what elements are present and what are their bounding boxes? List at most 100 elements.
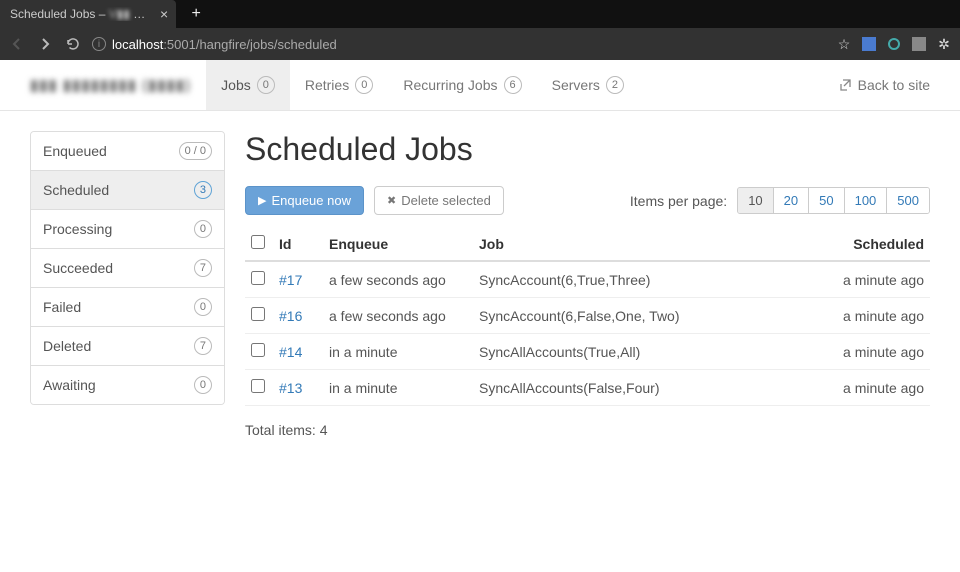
extension-icon[interactable]: ✲: [936, 36, 952, 52]
sidebar-item-label: Succeeded: [43, 260, 113, 276]
nav-tab-count: 6: [504, 76, 522, 94]
page-title: Scheduled Jobs: [245, 131, 930, 168]
row-checkbox[interactable]: [251, 379, 265, 393]
address-bar: i localhost:5001/hangfire/jobs/scheduled…: [0, 28, 960, 60]
scheduled-cell: a minute ago: [820, 370, 930, 406]
sidebar-item-label: Failed: [43, 299, 81, 315]
brand-text: ▮▮▮ ▮▮▮▮▮▮▮▮ (▮▮▮▮): [30, 76, 191, 94]
dashboard-topnav: ▮▮▮ ▮▮▮▮▮▮▮▮ (▮▮▮▮) Jobs 0Retries 0Recur…: [0, 60, 960, 111]
delete-selected-button[interactable]: ✖ Delete selected: [374, 186, 504, 215]
sidebar-item-count: 0: [194, 376, 212, 394]
job-cell: SyncAccount(6,True,Three): [473, 261, 820, 298]
job-id-link[interactable]: #13: [279, 380, 302, 396]
main-content: Scheduled Jobs ▶ Enqueue now ✖ Delete se…: [245, 131, 930, 438]
total-items: Total items: 4: [245, 422, 930, 438]
nav-tab-label: Servers: [552, 77, 600, 93]
page-size-10[interactable]: 10: [738, 188, 773, 213]
play-icon: ▶: [258, 194, 266, 207]
tab-title-prefix: Scheduled Jobs –: [10, 7, 109, 21]
sidebar-item-count: 0: [194, 220, 212, 238]
delete-selected-label: Delete selected: [401, 193, 491, 208]
job-cell: SyncAccount(6,False,One, Two): [473, 298, 820, 334]
brand[interactable]: ▮▮▮ ▮▮▮▮▮▮▮▮ (▮▮▮▮): [30, 60, 206, 110]
enqueue-now-label: Enqueue now: [271, 193, 351, 208]
external-link-icon: [838, 78, 852, 92]
scheduled-cell: a minute ago: [820, 334, 930, 370]
col-enqueue: Enqueue: [323, 227, 473, 261]
sidebar-item-deleted[interactable]: Deleted 7: [31, 327, 224, 366]
row-checkbox[interactable]: [251, 307, 265, 321]
sidebar-item-enqueued[interactable]: Enqueued 0 / 0: [31, 132, 224, 171]
sidebar-item-count: 0 / 0: [179, 142, 212, 160]
nav-tab-recurring-jobs[interactable]: Recurring Jobs 6: [388, 60, 536, 110]
sidebar-item-label: Awaiting: [43, 377, 96, 393]
row-checkbox[interactable]: [251, 271, 265, 285]
nav-tab-count: 0: [257, 76, 275, 94]
nav-tab-label: Recurring Jobs: [403, 77, 497, 93]
nav-tab-count: 0: [355, 76, 373, 94]
enqueue-cell: in a minute: [323, 370, 473, 406]
page-size-20[interactable]: 20: [774, 188, 809, 213]
job-cell: SyncAllAccounts(False,Four): [473, 370, 820, 406]
nav-tab-servers[interactable]: Servers 2: [537, 60, 639, 110]
tab-strip: Scheduled Jobs – V▮▮ ▮▮▮▮▮▮ × +: [0, 0, 960, 28]
table-row: #17 a few seconds agoSyncAccount(6,True,T…: [245, 261, 930, 298]
nav-tab-label: Jobs: [221, 77, 251, 93]
sidebar-item-label: Scheduled: [43, 182, 109, 198]
job-cell: SyncAllAccounts(True,All): [473, 334, 820, 370]
page-size-100[interactable]: 100: [845, 188, 888, 213]
extension-icon[interactable]: [886, 36, 902, 52]
job-id-link[interactable]: #17: [279, 272, 302, 288]
page-size-500[interactable]: 500: [887, 188, 929, 213]
nav-tab-retries[interactable]: Retries 0: [290, 60, 388, 110]
enqueue-cell: a few seconds ago: [323, 298, 473, 334]
scheduled-cell: a minute ago: [820, 298, 930, 334]
star-icon[interactable]: ☆: [836, 36, 852, 52]
col-scheduled: Scheduled: [820, 227, 930, 261]
nav-tab-label: Retries: [305, 77, 349, 93]
reload-icon[interactable]: [64, 36, 82, 52]
sidebar-item-awaiting[interactable]: Awaiting 0: [31, 366, 224, 404]
sidebar-item-count: 0: [194, 298, 212, 316]
sidebar-item-label: Enqueued: [43, 143, 107, 159]
extension-icon[interactable]: [862, 37, 876, 51]
items-per-page-label: Items per page:: [630, 193, 727, 209]
sidebar-item-label: Deleted: [43, 338, 91, 354]
jobs-table: Id Enqueue Job Scheduled #17 a few second…: [245, 227, 930, 406]
page-size-group: 102050100500: [737, 187, 930, 214]
sidebar-item-failed[interactable]: Failed 0: [31, 288, 224, 327]
back-to-site-label: Back to site: [858, 77, 930, 93]
browser-tab[interactable]: Scheduled Jobs – V▮▮ ▮▮▮▮▮▮ ×: [0, 0, 176, 28]
browser-chrome: Scheduled Jobs – V▮▮ ▮▮▮▮▮▮ × + i localh…: [0, 0, 960, 60]
sidebar-item-succeeded[interactable]: Succeeded 7: [31, 249, 224, 288]
job-id-link[interactable]: #16: [279, 308, 302, 324]
row-checkbox[interactable]: [251, 343, 265, 357]
nav-tabs: Jobs 0Retries 0Recurring Jobs 6Servers 2: [206, 60, 639, 110]
extension-icon[interactable]: [912, 37, 926, 51]
info-icon[interactable]: i: [92, 37, 106, 51]
x-icon: ✖: [387, 194, 396, 207]
sidebar-item-processing[interactable]: Processing 0: [31, 210, 224, 249]
sidebar-item-count: 7: [194, 259, 212, 277]
nav-tab-jobs[interactable]: Jobs 0: [206, 60, 290, 110]
scheduled-cell: a minute ago: [820, 261, 930, 298]
select-all-checkbox[interactable]: [251, 235, 265, 249]
back-to-site-link[interactable]: Back to site: [838, 60, 930, 110]
sidebar-item-count: 7: [194, 337, 212, 355]
sidebar-item-label: Processing: [43, 221, 112, 237]
back-icon[interactable]: [8, 36, 26, 52]
enqueue-now-button[interactable]: ▶ Enqueue now: [245, 186, 364, 215]
page-size-50[interactable]: 50: [809, 188, 844, 213]
tab-title-obscured: V▮▮ ▮▮▮▮▮▮: [109, 7, 150, 21]
col-id: Id: [273, 227, 323, 261]
new-tab-button[interactable]: +: [186, 4, 206, 24]
sidebar-item-scheduled[interactable]: Scheduled 3: [31, 171, 224, 210]
job-id-link[interactable]: #14: [279, 344, 302, 360]
forward-icon[interactable]: [36, 36, 54, 52]
sidebar-item-count: 3: [194, 181, 212, 199]
close-icon[interactable]: ×: [160, 6, 168, 22]
url-field[interactable]: i localhost:5001/hangfire/jobs/scheduled: [92, 37, 826, 52]
table-row: #16 a few seconds agoSyncAccount(6,False,…: [245, 298, 930, 334]
col-job: Job: [473, 227, 820, 261]
enqueue-cell: a few seconds ago: [323, 261, 473, 298]
